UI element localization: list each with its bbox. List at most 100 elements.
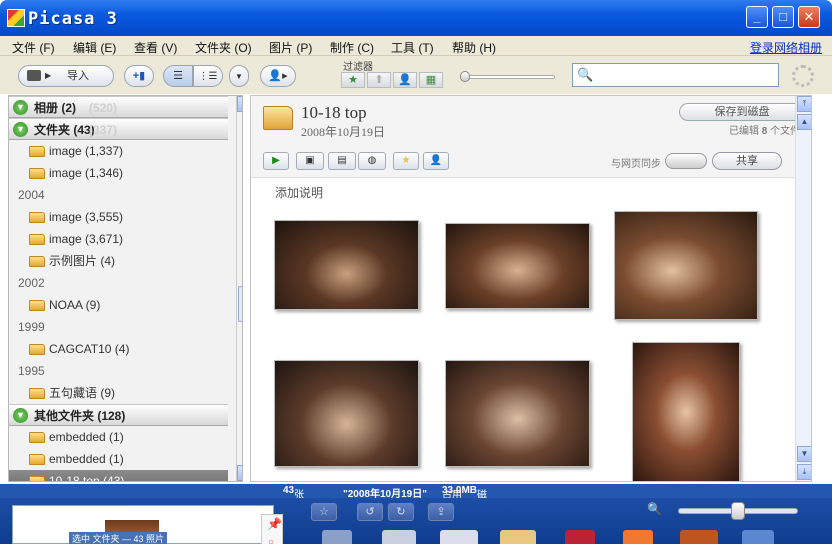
sign-in-web-albums-link[interactable]: 登录网络相册 [750,39,822,56]
import-button[interactable]: ▶ 导入 [18,65,114,87]
scroll-bottom-icon[interactable]: ⤓ [797,464,811,480]
clear-icon[interactable]: ○ [268,537,274,544]
web-sync-toggle[interactable] [665,153,707,169]
collection-group-header[interactable]: ▼ 其他文件夹 (128) [9,404,228,426]
photo-thumbnail[interactable] [445,223,590,309]
folder-list-scrollbar[interactable]: ▲ ▼ [236,96,242,481]
upload-tool-icon[interactable] [322,530,352,544]
filter-starred-button[interactable]: ★ [341,72,365,88]
search-input[interactable]: 🔍 [572,63,779,87]
folder-icon [29,432,45,443]
photo-thumbnail[interactable] [614,211,758,320]
collage-button[interactable]: ▣ [296,152,324,170]
tray-side-buttons: 📌 ○ [261,514,283,544]
scroll-top-icon[interactable]: ⤒ [797,96,811,112]
photo-thumbnail[interactable] [632,342,740,481]
menu-tools[interactable]: 工具 (T) [391,39,434,56]
geotag-button[interactable]: ◍ [358,152,386,170]
album-date[interactable]: 2008年10月19日 [301,123,385,140]
folder-icon [29,212,45,223]
print-tool-icon[interactable] [440,530,478,544]
collapse-toggle-icon[interactable]: ▼ [13,100,28,115]
folder-item[interactable]: embedded (1) [9,448,228,470]
date-filter-slider-track[interactable] [465,75,555,79]
collection-group-header[interactable]: ▼ 文件夹 (43) (337) [9,118,228,140]
collage-tool-icon[interactable] [680,530,718,544]
share-button[interactable]: 共享 [712,152,782,170]
tray-upload-button[interactable]: ⇪ [428,503,454,521]
folder-label: 示例图片 (4) [49,254,116,268]
folder-icon [29,234,45,245]
play-arrow-icon: ▶ [45,71,52,80]
folder-list-pane: ▼ 相册 (2) (520) ▼ 文件夹 (43) (337) image (1,337) i… [8,95,243,482]
maximize-button[interactable]: □ [772,6,794,28]
export-folder-tool-icon[interactable] [500,530,536,544]
photo-thumbnail[interactable] [445,360,590,467]
shop-tool-icon[interactable] [565,530,595,544]
filter-uploaded-button[interactable]: ⬆ [367,72,391,88]
star-icon: ★ [348,74,358,86]
photo-thumbnail[interactable] [274,220,419,310]
photo-thumbnail[interactable] [274,360,419,467]
movie-button[interactable]: ▤ [328,152,356,170]
album-title[interactable]: 10-18 top [301,103,367,123]
collection-group-header[interactable]: ▼ 相册 (2) (520) [9,96,228,118]
folder-tree: ▼ 相册 (2) (520) ▼ 文件夹 (43) (337) image (1,337) i… [9,96,228,481]
view-options-dropdown[interactable]: ▼ [229,65,249,87]
menu-help[interactable]: 帮助 (H) [452,39,496,56]
folder-item[interactable]: 示例图片 (4) [9,250,228,272]
folder-item[interactable]: embedded (1) [9,426,228,448]
filter-video-button[interactable]: ▦ [419,72,443,88]
list-view-button[interactable]: ☰ [163,65,193,87]
menu-picture[interactable]: 图片 (P) [269,39,312,56]
rotate-right-button[interactable]: ↻ [388,503,414,521]
collapse-toggle-icon[interactable]: ▼ [13,408,28,423]
folder-item[interactable]: image (3,555) [9,206,228,228]
star-button[interactable]: ★ [393,152,419,170]
thumbnail-size-slider-handle[interactable] [731,502,745,520]
folder-item[interactable]: image (1,337) [9,140,228,162]
slideshow-people-button[interactable]: 👤▸ [260,65,296,87]
collapse-toggle-icon[interactable]: ▼ [13,122,28,137]
menu-folder[interactable]: 文件夹 (O) [195,39,252,56]
tree-view-button[interactable]: ⋮☰ [193,65,223,87]
folder-item[interactable]: image (3,671) [9,228,228,250]
close-button[interactable]: ✕ [798,6,820,28]
play-icon: ▶ [272,155,280,166]
add-caption-prompt[interactable]: 添加说明 [275,184,323,201]
menu-create[interactable]: 制作 (C) [330,39,374,56]
play-slideshow-button[interactable]: ▶ [263,152,289,170]
album-scrollbar[interactable]: ⤒ ▲ ▼ ⤓ [795,96,811,481]
folder-label: CAGCAT10 (4) [49,342,130,356]
star-outline-icon: ☆ [319,506,329,518]
pin-icon[interactable]: 📌 [267,517,282,531]
menu-file[interactable]: 文件 (F) [12,39,55,56]
album-header: 10-18 top 2008年10月19日 保存到磁盘 已编辑 8 个文件 ▶ … [251,96,811,178]
rotate-left-icon: ↺ [365,506,375,518]
folder-item[interactable]: 10-18 top (43) [9,470,228,481]
people-button[interactable]: 👤 [423,152,449,170]
folder-item[interactable]: image (1,346) [9,162,228,184]
email-tool-icon[interactable] [382,530,416,544]
folder-item[interactable]: CAGCAT10 (4) [9,338,228,360]
rotate-left-button[interactable]: ↺ [357,503,383,521]
folder-list-scroll-thumb[interactable] [238,286,242,322]
date-filter-slider-handle[interactable] [460,71,470,82]
blog-tool-icon[interactable] [623,530,653,544]
collage-icon: ▣ [305,155,315,166]
scroll-down-arrow-icon[interactable]: ▼ [237,465,242,481]
group-hidden-count: (337) [89,123,118,137]
menu-edit[interactable]: 编辑 (E) [73,39,116,56]
tray-star-button[interactable]: ☆ [311,503,337,521]
menu-view[interactable]: 查看 (V) [134,39,177,56]
filter-faces-button[interactable]: 👤 [393,72,417,88]
scroll-up-arrow-icon[interactable]: ▲ [797,114,811,130]
folder-item[interactable]: NOAA (9) [9,294,228,316]
movie-tool-icon[interactable] [742,530,774,544]
scroll-down-arrow-icon[interactable]: ▼ [797,446,811,462]
minimize-button[interactable]: _ [746,6,768,28]
save-to-disk-button[interactable]: 保存到磁盘 [679,103,805,121]
add-to-album-button[interactable]: +▮ [124,65,154,87]
scroll-up-arrow-icon[interactable]: ▲ [237,96,242,112]
folder-item[interactable]: 五句藏语 (9) [9,382,228,404]
